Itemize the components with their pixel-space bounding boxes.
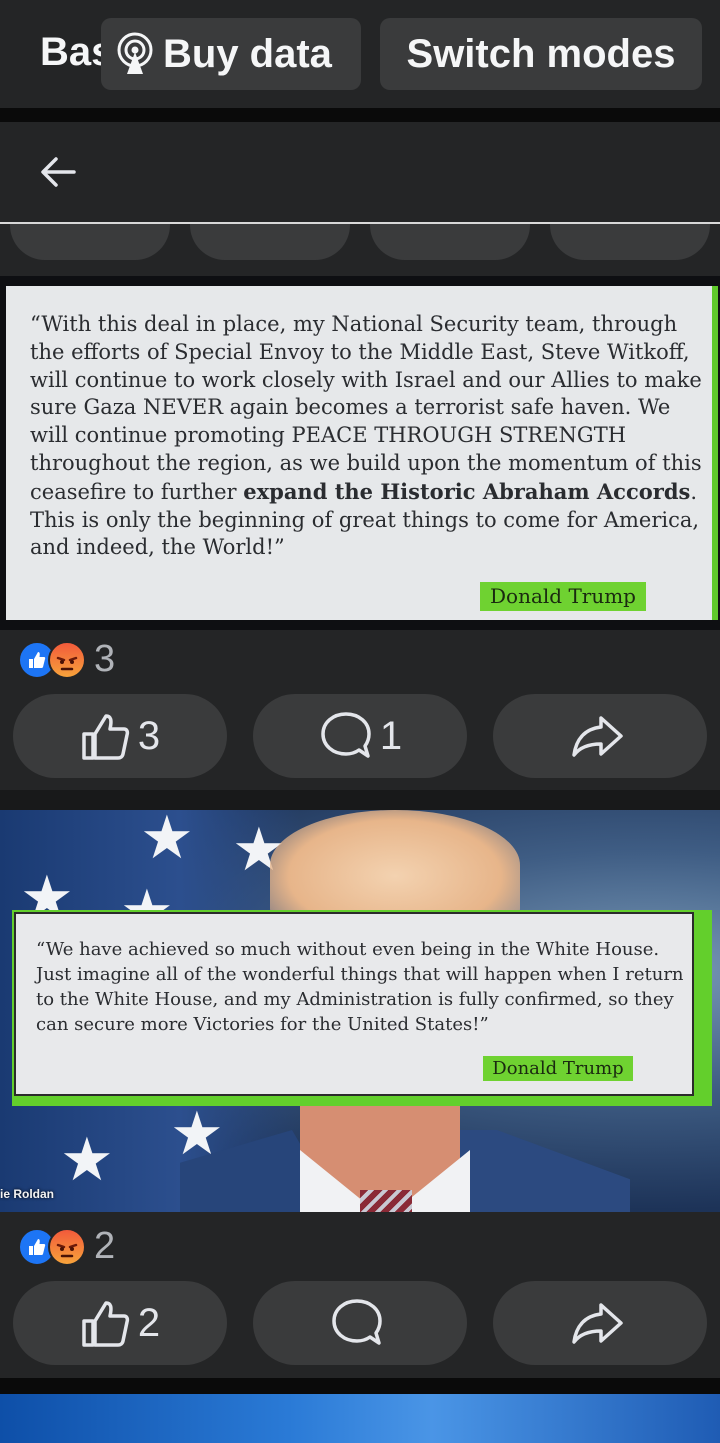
reaction-summary[interactable]: 2	[18, 1225, 115, 1268]
comment-count: 1	[379, 713, 403, 758]
thumbs-up-icon	[82, 1301, 129, 1347]
like-count: 2	[137, 1300, 161, 1345]
quote-part: “With this deal in place, my National Se…	[30, 312, 702, 504]
angry-icon	[48, 640, 86, 679]
buy-data-label: Buy data	[163, 31, 332, 76]
divider	[0, 108, 720, 122]
previous-send-button[interactable]	[370, 224, 530, 260]
star-icon: ★	[140, 804, 194, 871]
like-count: 3	[137, 713, 161, 758]
comment-button[interactable]: 1	[253, 694, 467, 778]
reaction-count: 3	[94, 638, 116, 680]
like-button[interactable]: 3	[13, 694, 227, 778]
quote-text: “With this deal in place, my National Se…	[30, 311, 702, 562]
angry-icon	[48, 1227, 86, 1266]
share-icon	[572, 1303, 623, 1344]
quote-text: “We have achieved so much without even b…	[36, 939, 684, 1035]
share-button[interactable]	[493, 694, 707, 778]
reaction-count: 2	[94, 1225, 116, 1267]
data-mode-bar: Bas Buy data Switch modes	[0, 0, 720, 108]
previous-comment-button[interactable]	[190, 224, 350, 260]
share-button[interactable]	[493, 1281, 707, 1365]
buy-data-button[interactable]: Buy data	[101, 18, 361, 90]
quote-signature: Donald Trump	[480, 582, 646, 611]
reaction-summary[interactable]: 3	[18, 638, 115, 681]
divider	[0, 1378, 720, 1394]
quote-emphasis: expand the Historic Abraham Accords	[243, 478, 691, 504]
tie	[360, 1190, 412, 1212]
comment-icon	[321, 712, 371, 758]
previous-like-button[interactable]	[10, 224, 170, 260]
back-arrow-icon[interactable]	[36, 148, 80, 196]
next-post-image[interactable]	[0, 1394, 720, 1443]
comment-button[interactable]	[253, 1281, 467, 1365]
switch-modes-button[interactable]: Switch modes	[380, 18, 702, 90]
hair	[270, 810, 520, 920]
top-header	[0, 122, 720, 224]
thumbs-up-icon	[82, 714, 129, 760]
share-icon	[572, 716, 623, 757]
broadcast-icon	[117, 32, 153, 74]
star-icon: ★	[60, 1126, 114, 1193]
comment-icon	[332, 1299, 382, 1345]
previous-post-actions	[0, 224, 720, 276]
quote-signature: Donald Trump	[483, 1056, 633, 1081]
switch-modes-label: Switch modes	[406, 31, 676, 76]
like-button[interactable]: 2	[13, 1281, 227, 1365]
previous-share-button[interactable]	[550, 224, 710, 260]
photo-credit: ie Roldan	[0, 1187, 55, 1201]
